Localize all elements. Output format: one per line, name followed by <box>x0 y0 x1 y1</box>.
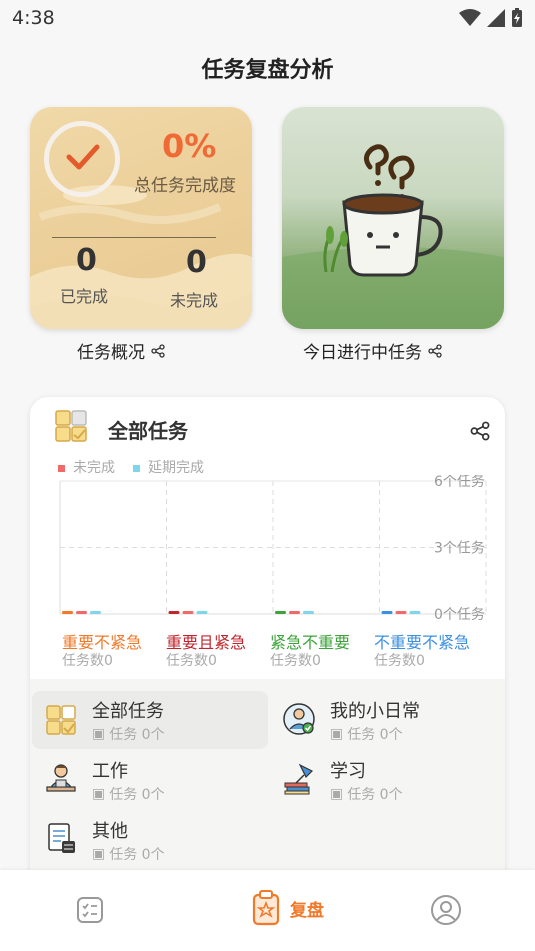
task-bar-chart: 6个任务 3个任务 0个任务 <box>59 475 487 620</box>
calendar-icon: ▣ <box>92 786 106 802</box>
list-item-count: ▣ 任务 0个 <box>92 846 165 863</box>
bar-unfinished <box>289 611 300 614</box>
divider <box>52 237 216 238</box>
status-icons <box>459 8 523 28</box>
list-item-count: ▣ 任务 0个 <box>92 726 165 743</box>
share-icon[interactable] <box>151 343 165 358</box>
status-bar: 4:38 <box>0 0 535 36</box>
list-item-title: 其他 <box>92 821 128 842</box>
bar-delayed <box>303 611 314 614</box>
check-icon <box>66 144 100 170</box>
status-time: 4:38 <box>12 7 55 29</box>
desk-worker-icon <box>46 764 76 792</box>
battery-icon <box>512 8 522 27</box>
category-count: 任务数0 <box>270 653 321 669</box>
overview-caption-label: 任务概况 <box>77 343 145 363</box>
calendar-icon: ▣ <box>92 726 106 742</box>
today-caption-label: 今日进行中任务 <box>303 343 422 363</box>
share-icon[interactable] <box>470 421 490 441</box>
undone-count: 0 <box>186 245 207 280</box>
overview-caption[interactable]: 任务概况 <box>77 338 165 363</box>
checklist-icon <box>48 823 75 853</box>
category-count: 任务数0 <box>166 653 217 669</box>
y-tick-label: 6个任务 <box>434 475 485 490</box>
today-card[interactable] <box>282 107 504 329</box>
list-item-count: ▣ 任务 0个 <box>330 786 403 803</box>
coffee-cup-illustration <box>282 144 504 329</box>
bar-category <box>381 611 393 614</box>
list-item-daily[interactable]: 我的小日常 ▣ 任务 0个 <box>268 691 504 749</box>
bar-unfinished <box>182 611 194 614</box>
bar-delayed <box>409 611 421 614</box>
y-tick-label: 3个任务 <box>434 541 485 557</box>
nav-review-tab[interactable]: 复盘 <box>252 890 324 926</box>
legend-unfinished: 未完成 <box>58 457 115 477</box>
share-icon[interactable] <box>428 343 442 358</box>
today-caption[interactable]: 今日进行中任务 <box>303 338 442 363</box>
bar-unfinished <box>76 611 87 614</box>
calendar-icon: ▣ <box>92 846 106 862</box>
wifi-icon <box>459 9 481 26</box>
clipboard-star-icon <box>252 890 280 926</box>
y-tick-label: 0个任务 <box>434 607 485 620</box>
overview-card[interactable]: 0% 总任务完成度 0 已完成 0 未完成 <box>30 107 252 329</box>
all-tasks-card: 全部任务 未完成 延期完成 6个任务 3个任务 0个任务 重要不紧急 任务数0 重要… <box>30 397 505 897</box>
list-item-count: ▣ 任务 0个 <box>92 786 165 803</box>
category-count: 任务数0 <box>374 653 425 669</box>
completion-percent: 0% <box>162 127 217 165</box>
list-item-title: 学习 <box>330 761 366 782</box>
bar-category <box>168 611 180 614</box>
bottom-nav: 复盘 <box>0 870 535 951</box>
legend-delayed: 延期完成 <box>133 457 204 477</box>
category-count: 任务数0 <box>62 653 113 669</box>
bar-delayed <box>196 611 208 614</box>
chart-legend: 未完成 延期完成 <box>58 457 204 477</box>
profile-icon[interactable] <box>430 894 462 926</box>
all-tasks-title: 全部任务 <box>108 419 188 443</box>
list-item-count: ▣ 任务 0个 <box>330 726 403 743</box>
done-label: 已完成 <box>60 287 109 306</box>
calendar-icon: ▣ <box>330 726 344 742</box>
list-item-other[interactable]: 其他 ▣ 任务 0个 <box>30 811 266 869</box>
page-title: 任务复盘分析 <box>201 58 334 83</box>
list-item-all-tasks[interactable]: 全部任务 ▣ 任务 0个 <box>30 691 266 749</box>
bar-category <box>275 611 286 614</box>
person-check-icon <box>283 703 315 735</box>
nav-review-label: 复盘 <box>290 900 324 921</box>
calendar-icon: ▣ <box>330 786 344 802</box>
bar-delayed <box>90 611 101 614</box>
lamp-books-icon <box>284 763 314 795</box>
bar-category <box>62 611 73 614</box>
grid-check-icon <box>46 705 76 735</box>
completion-label: 总任务完成度 <box>134 176 236 196</box>
grid-check-icon <box>55 410 87 442</box>
signal-icon <box>487 9 505 27</box>
bar-unfinished <box>395 611 407 614</box>
list-item-title: 全部任务 <box>92 701 164 722</box>
task-list-icon[interactable] <box>76 896 104 924</box>
done-count: 0 <box>76 243 97 278</box>
list-item-work[interactable]: 工作 ▣ 任务 0个 <box>30 751 266 809</box>
list-item-title: 我的小日常 <box>330 701 420 722</box>
undone-label: 未完成 <box>170 291 219 310</box>
list-item-title: 工作 <box>92 761 128 782</box>
list-item-study[interactable]: 学习 ▣ 任务 0个 <box>268 751 504 809</box>
